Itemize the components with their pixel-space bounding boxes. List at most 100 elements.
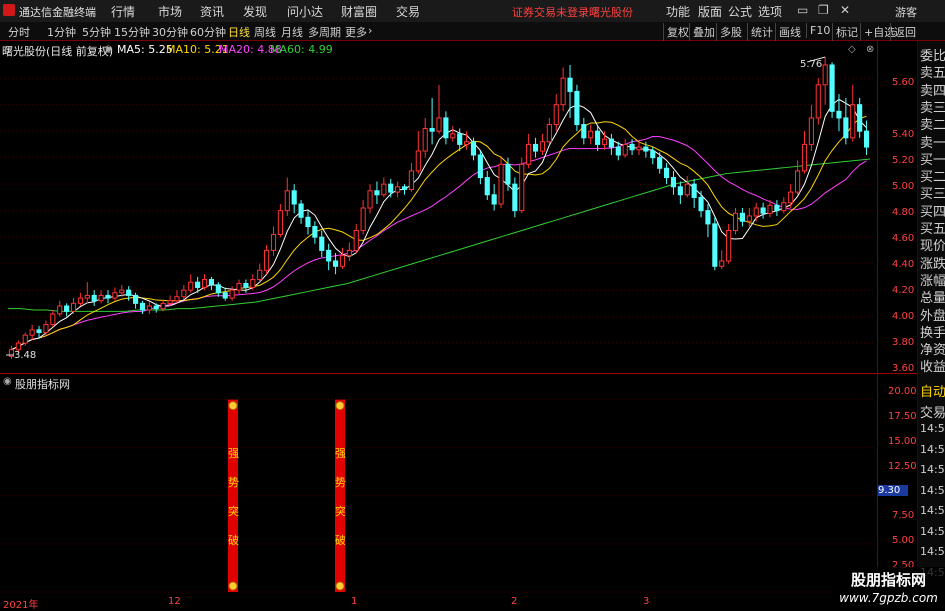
period-monthly[interactable]: 月线 <box>281 24 303 40</box>
quote-panel-item[interactable]: 净资 <box>920 339 945 358</box>
candle[interactable] <box>250 274 256 291</box>
candle[interactable] <box>560 67 566 112</box>
candle[interactable] <box>353 223 359 254</box>
candle[interactable] <box>670 170 677 195</box>
indicator-chart[interactable] <box>0 374 876 596</box>
candle[interactable] <box>277 204 283 238</box>
candle[interactable] <box>539 133 546 156</box>
price-chart[interactable]: 曙光股份(日线 前复权) ◉ MA5: 5.25 MA10: 5.21 MA20… <box>0 41 914 374</box>
menu-xuanxiang[interactable]: 选项 <box>758 3 782 20</box>
candle[interactable] <box>188 274 194 293</box>
candle[interactable] <box>705 204 711 238</box>
candle[interactable] <box>388 178 394 198</box>
quote-panel-item[interactable]: 换手 <box>920 322 945 341</box>
candle[interactable] <box>850 84 856 142</box>
candle[interactable] <box>64 303 70 317</box>
quote-panel-item[interactable]: 现价 <box>920 235 945 254</box>
candle[interactable] <box>257 263 263 283</box>
candle[interactable] <box>50 309 56 328</box>
candle[interactable] <box>105 290 111 304</box>
candle[interactable] <box>691 178 697 208</box>
btn-f10[interactable]: F10 <box>806 23 833 38</box>
candle[interactable] <box>201 274 208 291</box>
quote-panel-item[interactable]: 14:56 <box>920 463 945 476</box>
menu-gongshi[interactable]: 公式 <box>728 3 752 20</box>
candle[interactable] <box>857 98 863 138</box>
candle[interactable] <box>581 117 587 145</box>
quote-panel-item[interactable]: 买四 <box>920 201 945 220</box>
period-60min[interactable]: 60分钟 <box>190 24 226 40</box>
candle[interactable] <box>77 292 83 307</box>
candle[interactable] <box>139 300 146 314</box>
period-15min[interactable]: 15分钟 <box>114 24 150 40</box>
candle[interactable] <box>236 279 242 295</box>
quote-panel-item[interactable]: 买五 <box>920 218 945 237</box>
candle[interactable] <box>208 276 215 291</box>
candle[interactable] <box>312 221 318 244</box>
btn-biaoji[interactable]: 标记 <box>832 23 861 41</box>
candle[interactable] <box>381 177 387 198</box>
period-multi[interactable]: 多周期 <box>308 24 341 40</box>
candle[interactable] <box>553 94 559 132</box>
candle[interactable] <box>712 217 718 271</box>
candle[interactable] <box>719 250 725 269</box>
candle[interactable] <box>346 242 352 261</box>
period-daily[interactable]: 日线 <box>228 24 250 40</box>
candle[interactable] <box>298 200 304 224</box>
quote-panel-item[interactable]: 收益 <box>920 356 945 375</box>
candle[interactable] <box>491 184 497 211</box>
menu-hangqing[interactable]: 行情 <box>111 3 135 20</box>
candle[interactable] <box>608 133 614 156</box>
candle[interactable] <box>174 290 180 304</box>
menu-jiaoyi[interactable]: 交易 <box>396 3 420 20</box>
candle[interactable] <box>822 57 828 105</box>
candle[interactable] <box>781 197 787 214</box>
period-30min[interactable]: 30分钟 <box>152 24 188 40</box>
candle[interactable] <box>574 84 580 132</box>
candle[interactable] <box>215 282 221 297</box>
candle[interactable] <box>595 125 601 152</box>
candle[interactable] <box>443 111 449 145</box>
candle[interactable] <box>36 325 42 338</box>
menu-wenxiaoda[interactable]: 问小达 <box>287 3 323 20</box>
candle[interactable] <box>374 181 380 205</box>
candle[interactable] <box>29 324 35 341</box>
candle[interactable] <box>477 151 483 185</box>
candle[interactable] <box>415 131 421 174</box>
candle[interactable] <box>732 208 739 235</box>
candle[interactable] <box>753 202 759 222</box>
candle[interactable] <box>801 131 808 174</box>
candle[interactable] <box>401 184 408 195</box>
indicator-settings-icon[interactable]: ◉ <box>3 376 12 387</box>
candle[interactable] <box>112 287 118 301</box>
candle[interactable] <box>264 245 270 275</box>
quote-panel-item[interactable]: 卖三 <box>920 97 945 116</box>
menu-gongneng[interactable]: 功能 <box>666 3 690 20</box>
quote-panel-item[interactable]: 14:56 <box>920 504 945 517</box>
candle[interactable] <box>43 320 49 336</box>
candle[interactable] <box>526 133 532 169</box>
login-notice[interactable]: 证券交易未登录 <box>512 4 589 20</box>
quote-panel-item[interactable]: 外盘 <box>920 305 945 324</box>
quote-panel-item[interactable]: 总量 <box>920 287 945 306</box>
quote-panel-item[interactable]: 自动 <box>920 381 945 400</box>
quote-panel-item[interactable]: 14:56 <box>920 443 945 456</box>
candle[interactable] <box>84 282 90 304</box>
candle[interactable] <box>436 84 442 134</box>
collapse-icon[interactable]: ⊗ <box>866 44 874 55</box>
candle[interactable] <box>484 170 490 201</box>
candle[interactable] <box>698 190 704 218</box>
quote-panel-item[interactable]: 卖二 <box>920 114 945 133</box>
quote-panel-item[interactable]: 14:56 <box>920 525 945 538</box>
menu-zixun[interactable]: 资讯 <box>200 3 224 20</box>
quote-panel-item[interactable]: 买一 <box>920 149 945 168</box>
candle[interactable] <box>815 78 821 125</box>
candle[interactable] <box>57 300 63 317</box>
indicator-panel[interactable]: ◉ 股朋指标网 强势突破 强势突破 20.00 17.50 15.00 12.5… <box>0 374 917 596</box>
quote-panel-item[interactable]: 14:56 <box>920 422 945 435</box>
candle[interactable] <box>726 223 732 264</box>
candle[interactable] <box>319 230 325 258</box>
candle[interactable] <box>498 157 504 208</box>
candle[interactable] <box>91 290 97 307</box>
candle[interactable] <box>746 208 752 227</box>
